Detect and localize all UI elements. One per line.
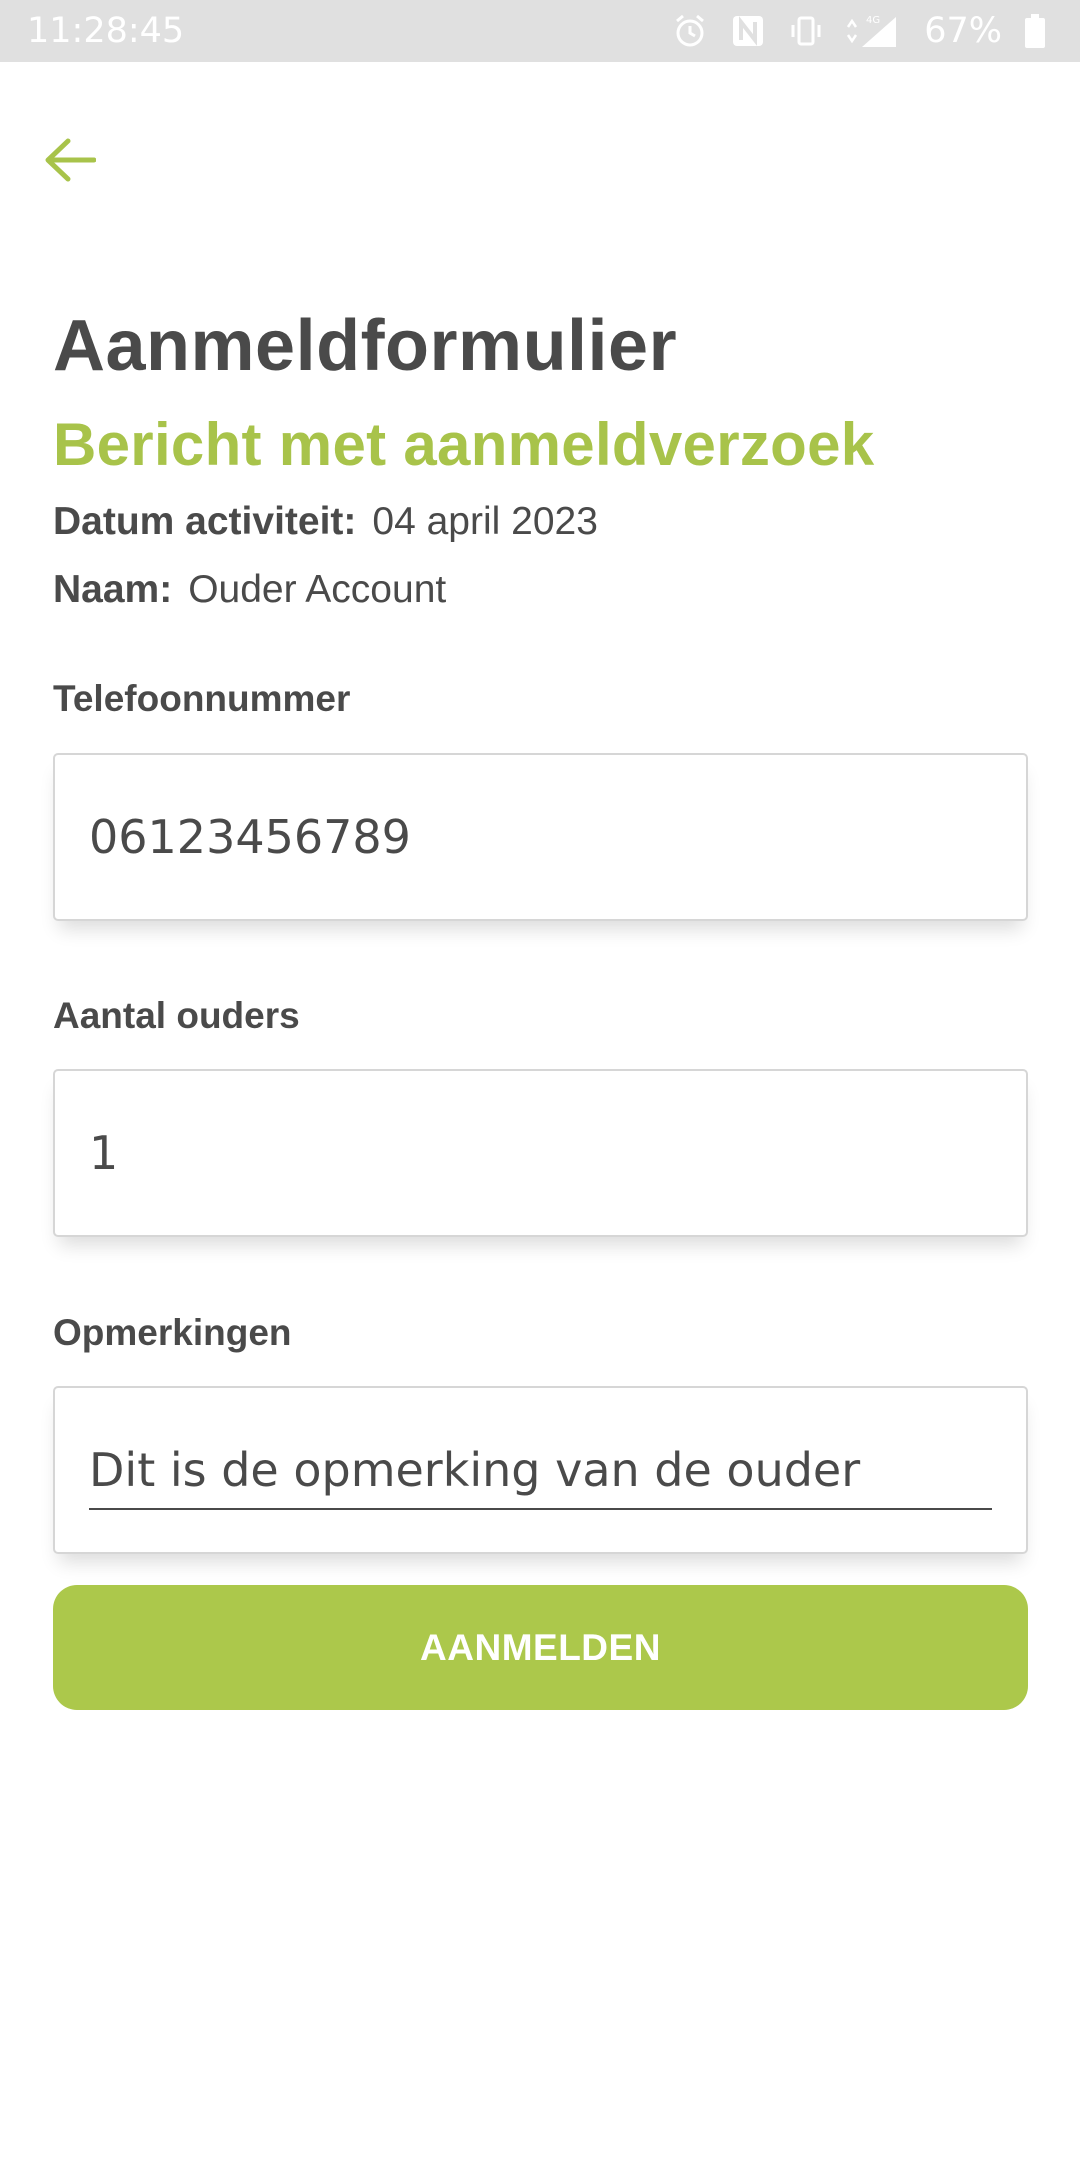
battery-percent: 67% bbox=[924, 11, 1002, 51]
activity-date-value: 04 april 2023 bbox=[372, 500, 598, 543]
name-label: Naam: bbox=[53, 568, 173, 611]
parents-count-label: Aantal ouders bbox=[53, 995, 300, 1036]
phone-input[interactable] bbox=[89, 755, 989, 919]
status-icons: 4G 67% bbox=[672, 11, 1046, 51]
parents-count-input[interactable] bbox=[89, 1071, 989, 1235]
vibrate-icon bbox=[791, 16, 821, 46]
battery-icon bbox=[1025, 14, 1045, 48]
phone-label: Telefoonnummer bbox=[53, 678, 351, 719]
name-row: Naam: Ouder Account bbox=[53, 568, 446, 612]
parents-count-field-box bbox=[53, 1069, 1028, 1237]
submit-button[interactable]: AANMELDEN bbox=[53, 1585, 1028, 1710]
alarm-icon bbox=[676, 14, 705, 47]
activity-date-label: Datum activiteit: bbox=[53, 500, 357, 543]
remarks-input[interactable] bbox=[89, 1388, 989, 1552]
remarks-underline bbox=[89, 1508, 992, 1510]
signal-icon: 4G bbox=[847, 15, 897, 47]
remarks-field-box bbox=[53, 1386, 1028, 1554]
arrow-left-icon bbox=[45, 138, 96, 182]
remarks-label: Opmerkingen bbox=[53, 1312, 292, 1353]
activity-date-row: Datum activiteit: 04 april 2023 bbox=[53, 500, 598, 544]
page-title: Aanmeldformulier bbox=[53, 306, 678, 386]
back-button[interactable] bbox=[40, 130, 100, 190]
status-time: 11:28:45 bbox=[27, 11, 185, 51]
phone-field-box bbox=[53, 753, 1028, 921]
status-bar: 11:28:45 4G 67% bbox=[0, 0, 1080, 62]
page-subtitle: Bericht met aanmeldverzoek bbox=[53, 411, 875, 478]
network-label: 4G bbox=[866, 15, 880, 26]
nfc-icon bbox=[733, 16, 764, 46]
name-value: Ouder Account bbox=[188, 568, 447, 611]
